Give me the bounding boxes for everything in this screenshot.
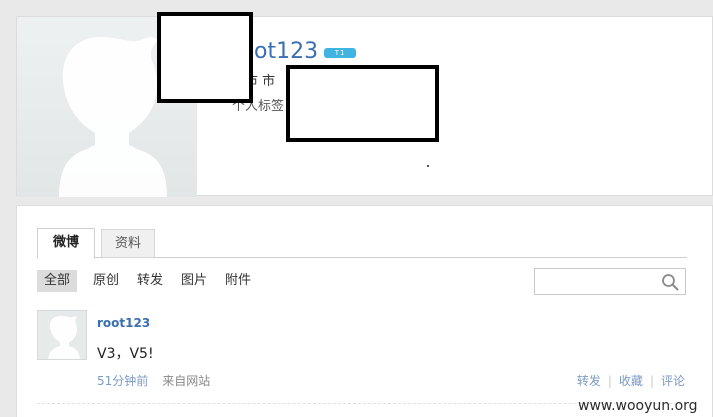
action-separator: | bbox=[607, 374, 612, 388]
filter-repost[interactable]: 转发 bbox=[137, 270, 163, 292]
post-time[interactable]: 51分钟前 bbox=[97, 374, 148, 388]
post-meta: 51分钟前 来自网站 bbox=[97, 372, 210, 389]
feed-search bbox=[534, 268, 686, 295]
redaction-box bbox=[157, 12, 253, 103]
level-badge: T1 bbox=[324, 48, 356, 58]
search-icon[interactable] bbox=[661, 273, 679, 291]
filter-images[interactable]: 图片 bbox=[181, 270, 207, 292]
feed-post: root123 V3，V5! 51分钟前 来自网站 转发 | 收藏 | 评论 bbox=[37, 310, 687, 390]
search-input[interactable] bbox=[535, 269, 655, 294]
filter-attachments[interactable]: 附件 bbox=[225, 270, 251, 292]
post-avatar[interactable] bbox=[37, 310, 87, 360]
tab-weibo[interactable]: 微博 bbox=[37, 228, 95, 259]
post-actions: 转发 | 收藏 | 评论 bbox=[577, 372, 685, 389]
post-source: 来自网站 bbox=[162, 374, 211, 388]
feed-card: 微博 资料 全部 原创 转发 图片 附件 root123 V3，V5! 51分钟… bbox=[16, 205, 713, 417]
action-separator: | bbox=[649, 374, 654, 388]
post-text: V3，V5! bbox=[97, 346, 154, 362]
profile-tabs: 微博 资料 bbox=[37, 226, 687, 259]
comment-link[interactable]: 评论 bbox=[661, 374, 685, 388]
default-avatar-icon bbox=[48, 316, 80, 359]
filter-original[interactable]: 原创 bbox=[93, 270, 119, 292]
post-author[interactable]: root123 bbox=[97, 316, 150, 330]
repost-link[interactable]: 转发 bbox=[577, 374, 601, 388]
stray-dot bbox=[427, 165, 429, 167]
tab-profile-info[interactable]: 资料 bbox=[101, 229, 155, 258]
redaction-box bbox=[286, 65, 439, 142]
watermark: www.wooyun.org bbox=[578, 398, 698, 414]
filter-all[interactable]: 全部 bbox=[37, 270, 78, 292]
favorite-link[interactable]: 收藏 bbox=[619, 374, 643, 388]
